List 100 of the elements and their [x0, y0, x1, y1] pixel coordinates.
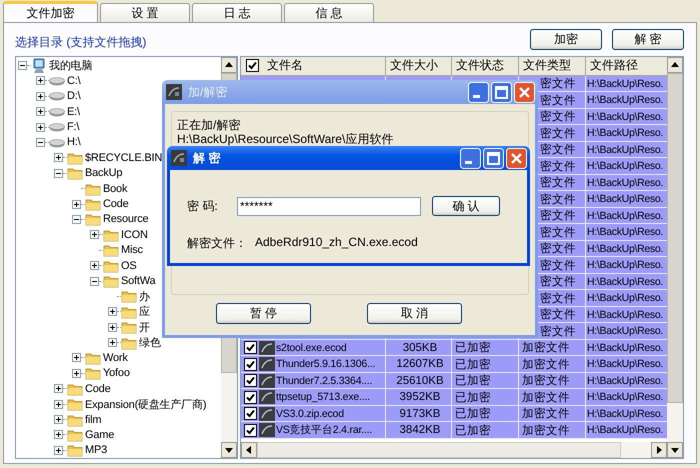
scroll-thumb[interactable] — [667, 72, 683, 403]
checkbox[interactable] — [246, 59, 259, 72]
tree-item[interactable]: 办 — [139, 288, 150, 304]
scroll-down-icon[interactable] — [221, 442, 237, 458]
file-path: H:\BackUp\Reso. — [587, 342, 664, 354]
expand-icon[interactable] — [36, 107, 45, 116]
collapse-icon[interactable] — [18, 61, 27, 70]
expand-icon[interactable] — [54, 430, 63, 440]
tree-item[interactable]: BackUp — [85, 167, 122, 180]
expand-icon[interactable] — [54, 153, 63, 162]
collapse-icon[interactable] — [54, 168, 63, 178]
checkbox[interactable] — [244, 341, 257, 354]
expand-icon[interactable] — [90, 261, 99, 270]
maximize-icon[interactable] — [483, 148, 504, 168]
action-button[interactable]: 加密 — [530, 28, 602, 50]
tab[interactable]: 信 息 — [284, 3, 374, 22]
expand-icon[interactable] — [108, 338, 117, 348]
tree-item[interactable]: Book — [103, 182, 128, 195]
checkbox[interactable] — [244, 390, 257, 404]
scroll-down-icon[interactable] — [667, 442, 683, 458]
file-type: 密文件 — [540, 93, 576, 108]
expand-icon[interactable] — [54, 384, 63, 394]
scrollbar[interactable] — [667, 56, 683, 458]
tab[interactable]: 文件加密 — [3, 1, 98, 22]
scroll-up-icon[interactable] — [221, 56, 237, 73]
expand-icon[interactable] — [54, 400, 63, 409]
tree-item[interactable]: film — [85, 414, 102, 426]
tree-item[interactable]: Yofoo — [103, 367, 130, 380]
dialog-button[interactable]: 取 消 — [367, 303, 462, 324]
tree-item[interactable]: ICON — [121, 228, 148, 241]
tree-item[interactable]: Expansion(硬盘生产厂商) — [85, 396, 206, 412]
tree-item[interactable]: E:\ — [67, 106, 80, 118]
column-header[interactable]: 文件类型 — [519, 56, 586, 75]
table-row[interactable]: ttpsetup_5713.exe.... 3952KB 已加密 加密文件 H:\BackUp\Reso. — [241, 389, 667, 406]
tree-item[interactable]: Code — [85, 382, 110, 395]
tree-item[interactable]: 应 — [139, 304, 150, 320]
scroll-right-icon[interactable] — [651, 442, 667, 458]
checkbox[interactable] — [244, 424, 257, 437]
tree-item[interactable]: 我的电脑 — [49, 58, 92, 74]
tree-item[interactable]: Misc — [121, 244, 143, 256]
checkbox[interactable] — [244, 407, 257, 420]
table-row[interactable]: VS3.0.zip.ecod 9173KB 已加密 加密文件 H:\BackUp\Reso. — [241, 406, 667, 422]
tree-item[interactable]: C:\ — [67, 74, 80, 87]
column-header[interactable]: 文件大小 — [386, 56, 452, 75]
tab[interactable]: 日 志 — [192, 3, 282, 22]
table-row[interactable]: VS竞技平台2.4.rar.... 3842KB 已加密 加密文件 H:\BackUp\Reso. — [241, 422, 667, 439]
file-status: 已加密 — [455, 357, 491, 372]
expand-icon[interactable] — [90, 230, 99, 240]
expand-icon[interactable] — [54, 446, 63, 455]
tree-item[interactable]: Work — [103, 352, 128, 364]
action-button[interactable]: 解 密 — [612, 28, 684, 50]
file-icon — [259, 406, 275, 421]
column-title: 文件类型 — [523, 57, 571, 74]
file-type: 加密文件 — [522, 406, 570, 422]
file-path: H:\BackUp\Reso. — [587, 292, 664, 304]
expand-icon[interactable] — [72, 368, 81, 378]
table-row[interactable]: Thunder7.2.5.3364.... 25610KB 已加密 加密文件 H:\BackUp\Reso. — [241, 372, 667, 390]
expand-icon[interactable] — [36, 92, 45, 101]
dialog-button[interactable]: 暂 停 — [216, 303, 311, 324]
tree-item[interactable]: SoftWa — [121, 275, 156, 287]
expand-icon[interactable] — [72, 353, 81, 362]
expand-icon[interactable] — [36, 76, 45, 86]
tree-item[interactable]: 绿色 — [139, 335, 161, 350]
expand-icon[interactable] — [108, 307, 117, 316]
file-type: 密文件 — [540, 258, 576, 273]
checkbox[interactable] — [244, 374, 257, 388]
expand-icon[interactable] — [36, 122, 45, 132]
tree-item[interactable]: OS — [121, 260, 136, 272]
confirm-button[interactable]: 确 认 — [432, 196, 500, 216]
tree-item[interactable]: 开 — [139, 320, 150, 335]
tab[interactable]: 设 置 — [100, 3, 190, 22]
file-path: H:\BackUp\Reso. — [587, 325, 664, 338]
column-header[interactable]: 文件状态 — [452, 56, 519, 75]
table-row[interactable]: s2tool.exe.ecod 305KB 已加密 加密文件 H:\BackUp\Reso. — [241, 340, 667, 356]
close-icon[interactable] — [506, 148, 527, 168]
expand-icon[interactable] — [108, 322, 117, 332]
tree-item[interactable]: Code — [103, 198, 128, 210]
collapse-icon[interactable] — [90, 276, 99, 286]
tree-item[interactable]: F:\ — [67, 121, 80, 134]
tree-item[interactable]: MP3 — [85, 444, 108, 456]
file-status: 已加密 — [455, 373, 491, 388]
scroll-up-icon[interactable] — [667, 56, 683, 73]
collapse-icon[interactable] — [36, 138, 45, 147]
tree-item[interactable]: D:\ — [67, 90, 80, 102]
file-icon — [259, 357, 275, 372]
minimize-icon[interactable] — [460, 148, 481, 168]
collapse-icon[interactable] — [72, 214, 81, 224]
tree-item[interactable]: Resource — [103, 213, 148, 226]
checkbox[interactable] — [244, 358, 257, 371]
expand-icon[interactable] — [72, 200, 81, 209]
tree-item[interactable]: Game — [85, 428, 114, 441]
file-path: H:\BackUp\Reso. — [587, 374, 664, 387]
password-field[interactable]: ******* — [237, 196, 421, 216]
scroll-left-icon[interactable] — [241, 442, 257, 458]
table-row[interactable]: Thunder5.9.16.1306... 12607KB 已加密 加密文件 H:\BackUp\Reso. — [241, 356, 667, 373]
file-path: H:\BackUp\Reso. — [587, 78, 664, 90]
tree-item[interactable]: $RECYCLE.BIN — [85, 152, 162, 164]
column-header[interactable]: 文件名 — [241, 56, 386, 75]
tree-item[interactable]: H:\ — [67, 136, 80, 148]
expand-icon[interactable] — [54, 415, 63, 424]
